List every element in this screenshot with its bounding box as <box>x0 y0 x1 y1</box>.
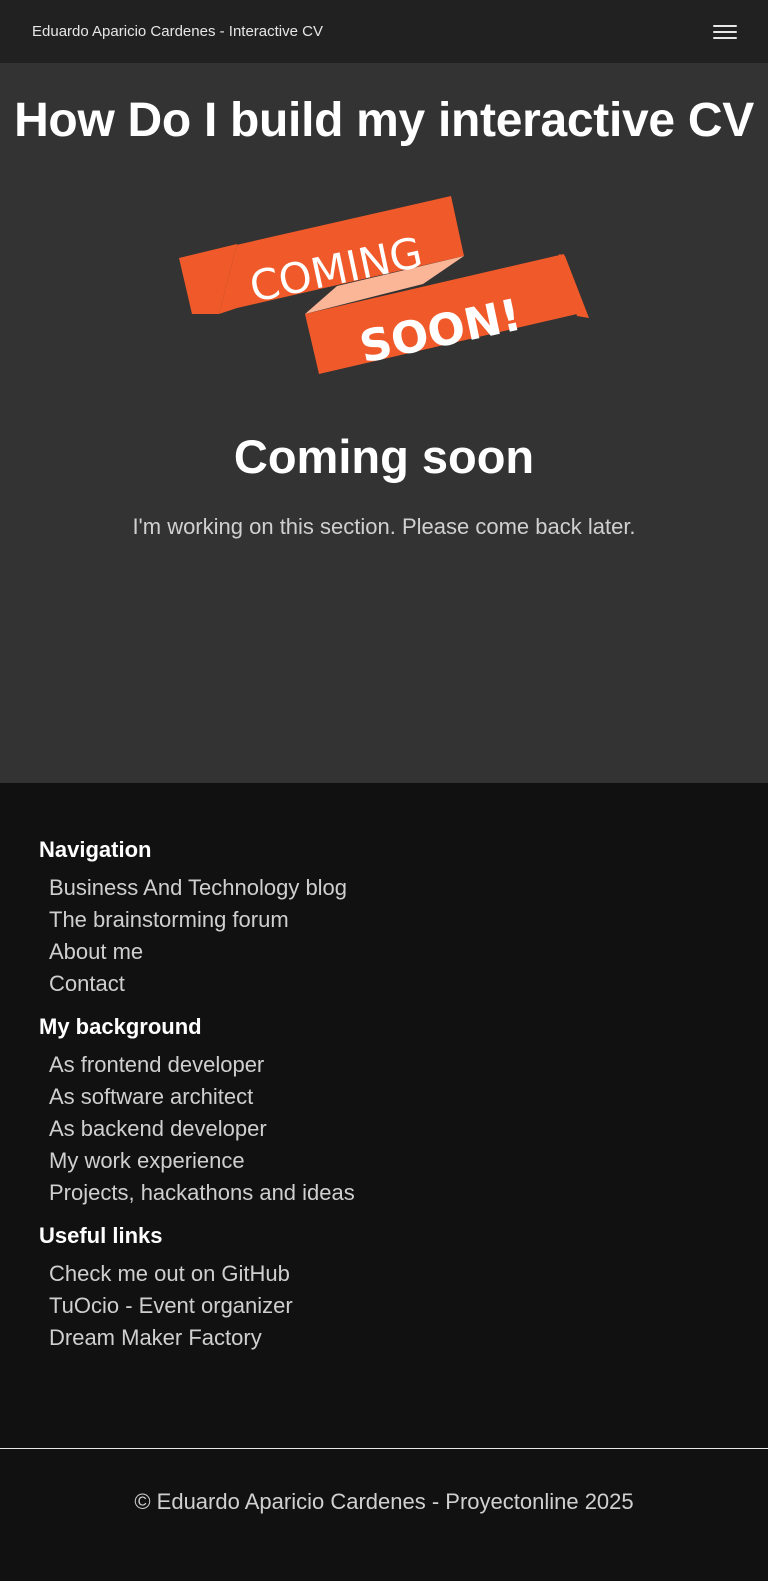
footer-link-frontend: As frontend developer <box>49 1049 729 1081</box>
footer-link-list: Business And Technology blog The brainst… <box>39 872 729 1000</box>
footer-navigation: Navigation Business And Technology blog … <box>0 783 768 1449</box>
footer-section-title: Useful links <box>39 1223 163 1248</box>
footer-link[interactable]: My work experience <box>49 1148 245 1173</box>
footer-link-tuocio: TuOcio - Event organizer <box>49 1290 729 1322</box>
footer-link-projects: Projects, hackathons and ideas <box>49 1177 729 1209</box>
footer-section-title: Navigation <box>39 837 152 862</box>
footer-link-experience: My work experience <box>49 1145 729 1177</box>
footer-link-backend: As backend developer <box>49 1113 729 1145</box>
footer-link[interactable]: Projects, hackathons and ideas <box>49 1180 355 1205</box>
coming-soon-banner: COMING SOON! <box>179 196 589 374</box>
navbar: Eduardo Aparicio Cardenes - Interactive … <box>0 0 768 63</box>
page-title: How Do I build my interactive CV <box>14 94 754 147</box>
footer-link-contact: Contact <box>49 968 729 1000</box>
footer-link[interactable]: TuOcio - Event organizer <box>49 1293 293 1318</box>
footer-link[interactable]: Business And Technology blog <box>49 875 347 900</box>
footer-link[interactable]: About me <box>49 939 143 964</box>
footer-link[interactable]: Contact <box>49 971 125 996</box>
footer-link[interactable]: As backend developer <box>49 1116 267 1141</box>
footer-link[interactable]: Check me out on GitHub <box>49 1261 290 1286</box>
coming-soon-message: I'm working on this section. Please come… <box>132 514 636 539</box>
hamburger-menu-icon[interactable] <box>713 23 737 41</box>
footer-link-forum: The brainstorming forum <box>49 904 729 936</box>
footer-link-about: About me <box>49 936 729 968</box>
footer-section-title: My background <box>39 1014 202 1039</box>
footer-link[interactable]: The brainstorming forum <box>49 907 289 932</box>
footer-link-blog: Business And Technology blog <box>49 872 729 904</box>
footer-link[interactable]: As software architect <box>49 1084 253 1109</box>
footer-link[interactable]: As frontend developer <box>49 1052 264 1077</box>
footer-link[interactable]: Dream Maker Factory <box>49 1325 262 1350</box>
hero-section: How Do I build my interactive CV COMING … <box>0 63 768 783</box>
copyright-text: © Eduardo Aparicio Cardenes - Proyectonl… <box>0 1449 768 1515</box>
footer-link-list: As frontend developer As software archit… <box>39 1049 729 1209</box>
footer-link-dreammaker: Dream Maker Factory <box>49 1322 729 1354</box>
footer-link-github: Check me out on GitHub <box>49 1258 729 1290</box>
footer-link-architect: As software architect <box>49 1081 729 1113</box>
footer-link-list: Check me out on GitHub TuOcio - Event or… <box>39 1258 729 1354</box>
brand-link[interactable]: Eduardo Aparicio Cardenes - Interactive … <box>32 23 323 40</box>
coming-soon-heading: Coming soon <box>233 430 535 483</box>
